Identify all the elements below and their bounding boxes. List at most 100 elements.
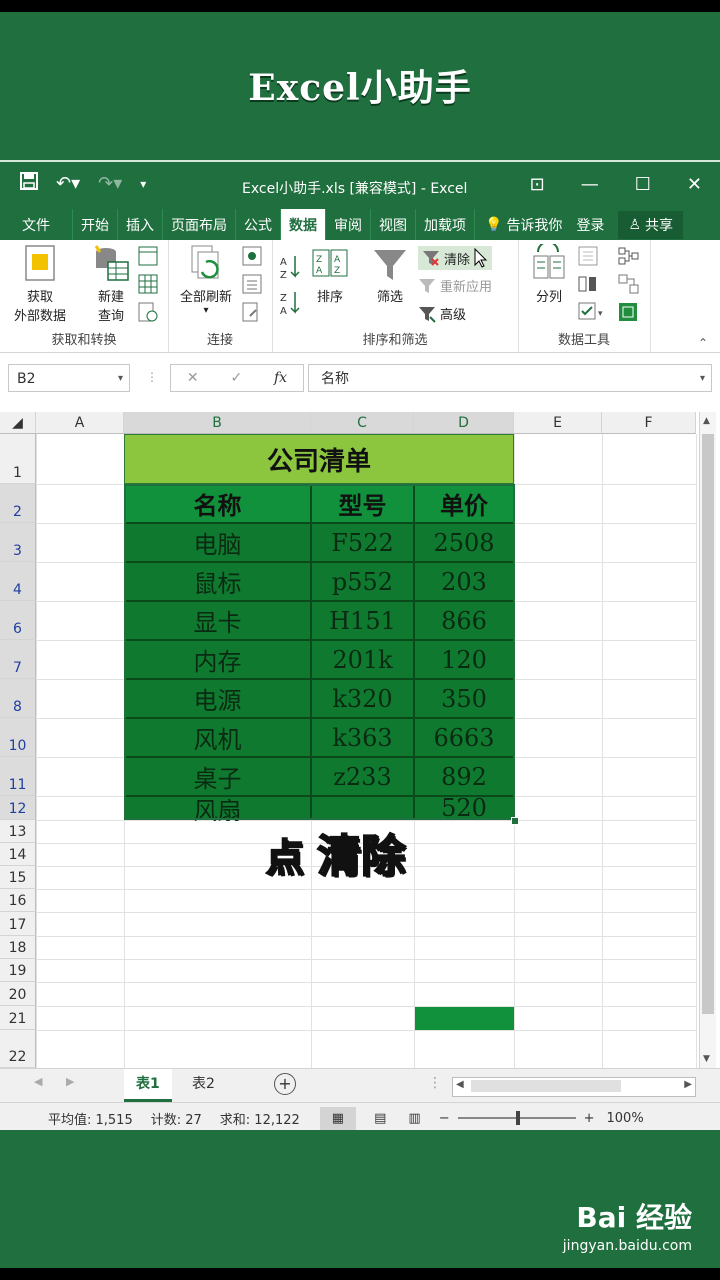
page-break-view-icon[interactable]: ▥ — [408, 1111, 420, 1126]
table-data-cell[interactable]: 内存 — [124, 640, 311, 679]
column-header-d[interactable]: D — [414, 412, 514, 434]
table-data-cell[interactable]: 2508 — [414, 523, 514, 562]
confirm-formula-icon[interactable]: ✓ — [230, 370, 242, 386]
zoom-out-icon[interactable]: − — [439, 1111, 450, 1126]
from-table-icon[interactable] — [138, 274, 158, 294]
refresh-dropdown-icon[interactable]: ▾ — [174, 305, 238, 316]
sheet-tab-1[interactable]: 表1 — [124, 1069, 172, 1102]
consolidate-icon[interactable] — [618, 246, 640, 266]
cancel-formula-icon[interactable]: ✕ — [187, 370, 199, 386]
formula-expand-icon[interactable]: ▾ — [700, 365, 705, 393]
table-data-cell[interactable]: k320 — [311, 679, 414, 718]
table-data-cell[interactable]: k363 — [311, 718, 414, 757]
table-data-cell[interactable]: 892 — [414, 757, 514, 796]
table-data-cell[interactable] — [311, 796, 414, 820]
collapse-ribbon-icon[interactable]: ⌃ — [698, 336, 708, 350]
row-header[interactable]: 14 — [0, 843, 36, 866]
tab-home[interactable]: 开始 — [73, 209, 118, 241]
vertical-scroll-thumb[interactable] — [702, 434, 714, 1014]
row-header[interactable]: 6 — [0, 601, 36, 640]
new-query-button[interactable]: 新建 查询 — [86, 244, 136, 324]
advanced-button[interactable]: 高级 — [418, 304, 466, 323]
flash-fill-icon[interactable] — [578, 246, 598, 266]
row-header[interactable]: 15 — [0, 866, 36, 889]
sort-az-icon[interactable]: AZ — [280, 254, 302, 280]
column-header-b[interactable]: B — [124, 412, 311, 434]
clear-button[interactable]: 清除 — [418, 246, 493, 270]
table-data-cell[interactable]: 风机 — [124, 718, 311, 757]
table-data-cell[interactable]: 120 — [414, 640, 514, 679]
column-header-a[interactable]: A — [36, 412, 124, 434]
customize-qat-icon[interactable]: ▾ — [140, 177, 146, 191]
row-header[interactable]: 8 — [0, 679, 36, 718]
tab-file[interactable]: 文件 — [0, 209, 73, 241]
share-button[interactable]: ♙ 共享 — [618, 211, 683, 239]
spreadsheet-grid[interactable]: ◢ A B C D E F 1 2 3 4 6 7 8 10 11 12 13 14 15 16 17 18 1… — [0, 412, 720, 1068]
row-header[interactable]: 18 — [0, 936, 36, 959]
row-header[interactable]: 3 — [0, 523, 36, 562]
tab-formulas[interactable]: 公式 — [236, 209, 281, 241]
row-header[interactable]: 1 — [0, 434, 36, 484]
data-model-icon[interactable] — [618, 302, 640, 322]
horizontal-scroll-thumb[interactable] — [471, 1080, 621, 1092]
row-header[interactable]: 13 — [0, 820, 36, 843]
relationships-icon[interactable] — [618, 274, 640, 294]
zoom-in-icon[interactable]: + — [584, 1111, 595, 1126]
connections-icon[interactable] — [242, 246, 262, 266]
row-header[interactable]: 10 — [0, 718, 36, 757]
row-header[interactable]: 12 — [0, 796, 36, 820]
ribbon-display-icon[interactable]: ⊡ — [530, 174, 545, 195]
column-header-e[interactable]: E — [514, 412, 602, 434]
table-data-cell[interactable]: F522 — [311, 523, 414, 562]
get-external-data-button[interactable]: 获取 外部数据 — [4, 244, 76, 324]
scroll-down-icon[interactable]: ▼ — [703, 1054, 710, 1064]
zoom-level[interactable]: 100% — [607, 1111, 644, 1126]
column-header-c[interactable]: C — [311, 412, 414, 434]
name-box-dropdown-icon[interactable]: ▾ — [118, 365, 123, 393]
table-data-cell[interactable]: 风扇 — [124, 796, 311, 825]
scroll-left-icon[interactable]: ◀ — [456, 1079, 464, 1090]
row-header[interactable]: 7 — [0, 640, 36, 679]
tab-data[interactable]: 数据 — [281, 209, 326, 241]
table-data-cell[interactable]: 电源 — [124, 679, 311, 718]
table-data-cell[interactable]: p552 — [311, 562, 414, 601]
sheet-next-icon[interactable]: ▶ — [66, 1075, 74, 1088]
row-header[interactable]: 22 — [0, 1030, 36, 1068]
normal-view-icon[interactable]: ▦ — [319, 1106, 357, 1130]
row-header[interactable]: 11 — [0, 757, 36, 796]
row-header[interactable]: 2 — [0, 484, 36, 523]
scroll-right-icon[interactable]: ▶ — [684, 1079, 692, 1090]
properties-icon[interactable] — [242, 274, 262, 294]
scroll-up-icon[interactable]: ▲ — [703, 416, 710, 426]
horizontal-scrollbar[interactable]: ◀ ▶ — [452, 1077, 696, 1097]
text-to-columns-button[interactable]: 分列 — [524, 244, 574, 305]
table-header-cell[interactable]: 单价 — [414, 484, 514, 523]
redo-icon[interactable]: ↷▾ — [98, 173, 122, 194]
minimize-icon[interactable]: — — [581, 174, 599, 195]
tell-me-box[interactable]: 💡 告诉我你 — [485, 215, 562, 235]
sort-button[interactable]: ZAAZ 排序 — [308, 244, 352, 305]
data-validation-icon[interactable]: ▾ — [578, 302, 606, 322]
tab-insert[interactable]: 插入 — [118, 209, 163, 241]
row-header[interactable]: 19 — [0, 959, 36, 982]
name-box[interactable]: B2 ▾ — [8, 364, 130, 392]
sheet-tab-2[interactable]: 表2 — [180, 1069, 227, 1099]
table-data-cell[interactable]: 866 — [414, 601, 514, 640]
insert-function-icon[interactable]: fx — [274, 370, 287, 386]
formula-input[interactable]: 名称 ▾ — [308, 364, 712, 392]
row-header[interactable]: 17 — [0, 912, 36, 936]
zoom-slider[interactable] — [457, 1111, 576, 1125]
tab-splitter-icon[interactable]: ⋮ — [428, 1075, 442, 1091]
close-icon[interactable]: ✕ — [687, 174, 702, 195]
filter-button[interactable]: 筛选 — [368, 244, 412, 305]
table-data-cell[interactable]: H151 — [311, 601, 414, 640]
reapply-button[interactable]: 重新应用 — [418, 276, 492, 295]
tab-addins[interactable]: 加载项 — [416, 209, 475, 241]
table-header-cell[interactable]: 名称 — [124, 484, 311, 523]
table-data-cell[interactable]: 6663 — [414, 718, 514, 757]
tab-view[interactable]: 视图 — [371, 209, 416, 241]
table-data-cell[interactable]: 201k — [311, 640, 414, 679]
vertical-scrollbar[interactable]: ▲ ▼ — [699, 412, 716, 1068]
table-data-cell[interactable]: 显卡 — [124, 601, 311, 640]
add-sheet-icon[interactable]: + — [274, 1073, 296, 1095]
